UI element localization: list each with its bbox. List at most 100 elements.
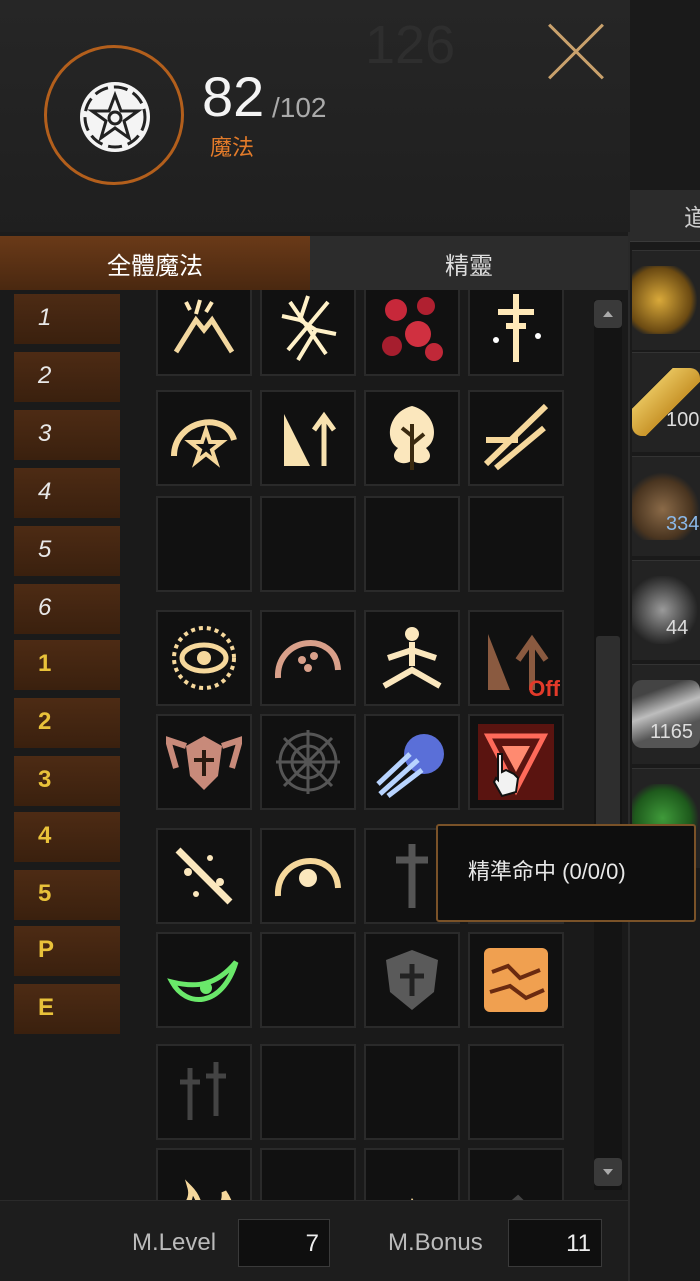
shield-cross-icon [386,950,438,1010]
inventory-tab-label: 道 [684,205,700,232]
level-row[interactable]: 4 [14,468,120,520]
skill-slot[interactable] [156,496,252,592]
wave-star-icon [171,419,237,468]
skill-slot[interactable] [260,290,356,376]
volcano-icon [173,299,235,354]
dagger-pair-icon [180,1062,226,1120]
skill-slot[interactable] [156,610,252,706]
skill-slot[interactable] [260,610,356,706]
level-row[interactable]: 2 [14,352,120,404]
tree-icon [389,406,435,470]
skill-slot[interactable] [156,1044,252,1140]
inventory-tab[interactable]: 道 [630,190,700,242]
close-button[interactable] [544,20,608,84]
scroll-down-button[interactable] [594,1158,622,1186]
green-eye-icon [167,960,239,1002]
panel-header: 126 82 /102 魔法 [0,0,630,232]
sparkle-staff-icon [175,847,233,905]
panel-footer: M.Level 7 M.Bonus 11 [0,1200,628,1281]
hand-cursor-icon [492,753,520,798]
tab-spirit[interactable]: 精靈 [310,236,628,290]
arrow-bind-icon [284,411,337,466]
tab-all-magic[interactable]: 全體魔法 [0,236,310,290]
skill-slot[interactable] [156,290,252,376]
level-row[interactable]: 4 [14,812,120,864]
skill-grid-area: 12345612345PE Off [0,290,628,1200]
inventory-slot[interactable]: 44 [632,560,700,660]
skill-slot[interactable] [156,828,252,924]
skill-slot[interactable] [260,390,356,486]
inventory-slot[interactable]: 334 [632,456,700,556]
eye-sun-icon [172,626,236,690]
level-row[interactable]: 3 [14,756,120,808]
skill-slot[interactable] [260,828,356,924]
skill-slot[interactable] [364,932,460,1028]
skill-slot[interactable] [260,1044,356,1140]
skill-tooltip: 精準命中 (0/0/0) [436,824,696,922]
meditate-icon [382,627,442,689]
skill-slot[interactable] [468,1148,564,1200]
level-row[interactable]: 3 [14,410,120,462]
skill-slot[interactable] [364,610,460,706]
inventory-count: 334 [666,513,700,535]
gold-ring-icon [632,266,700,334]
skill-slot[interactable] [468,496,564,592]
background-count: 126 [365,15,456,75]
skill-slot[interactable] [260,714,356,810]
skill-slot[interactable] [468,932,564,1028]
skill-slot[interactable] [364,1148,460,1200]
level-row[interactable]: P [14,926,120,978]
inventory-slot[interactable] [632,250,700,350]
level-row[interactable]: 5 [14,526,120,578]
inventory-count: 44 [666,617,689,639]
mbonus-label: M.Bonus [388,1229,483,1256]
scroll-up-button[interactable] [594,300,622,328]
skill-slot[interactable] [156,390,252,486]
inventory-slot[interactable]: 100 [632,352,700,452]
crack-icon [281,295,337,362]
inventory-count: 100 [666,409,700,431]
level-row[interactable]: 6 [14,584,120,636]
inventory-count: 1165 [650,721,694,743]
lava-icon [484,948,548,1012]
sword-cross-icon [493,294,541,362]
scrollbar-thumb[interactable] [596,636,620,846]
skill-slot[interactable] [468,1044,564,1140]
skill-slot[interactable] [156,1148,252,1200]
skill-slot[interactable]: Off [468,610,564,706]
skill-slot[interactable] [468,390,564,486]
sun-wave-icon [274,858,341,897]
skill-slot[interactable] [260,496,356,592]
ice-comet-icon [376,734,444,798]
blood-drops-icon [382,297,443,361]
off-badge: Off [528,676,560,701]
skill-slot[interactable] [260,1148,356,1200]
level-row[interactable]: 2 [14,698,120,750]
claw-strike-icon [483,403,549,471]
inventory-slot[interactable]: 1165 [632,664,700,764]
skill-slot[interactable] [260,932,356,1028]
paw-bubble-icon [274,640,341,679]
skill-slot[interactable] [364,290,460,376]
skill-slot[interactable] [364,390,460,486]
curve-icon [270,1158,346,1200]
wing-shield-icon [166,736,242,790]
mlevel-label: M.Level [132,1229,217,1256]
mp-max: /102 [272,92,327,123]
mlevel-value: 7 [238,1219,330,1267]
level-row[interactable]: 1 [14,294,120,346]
skill-slot[interactable] [364,714,460,810]
level-row[interactable]: 1 [14,640,120,692]
mbonus-value: 11 [508,1219,602,1267]
skill-slot[interactable] [156,932,252,1028]
level-row[interactable]: 5 [14,870,120,922]
web-icon [276,730,340,794]
skill-slot[interactable] [364,496,460,592]
skill-slot[interactable] [156,714,252,810]
skill-slot[interactable] [364,1044,460,1140]
small-flame-icon [411,1198,414,1200]
skill-slot[interactable] [468,290,564,376]
level-row[interactable]: E [14,984,120,1036]
magic-panel: 126 82 /102 魔法 全體魔法 精靈 12345612345PE Off… [0,0,630,1281]
mp-label: 魔法 [210,135,255,160]
